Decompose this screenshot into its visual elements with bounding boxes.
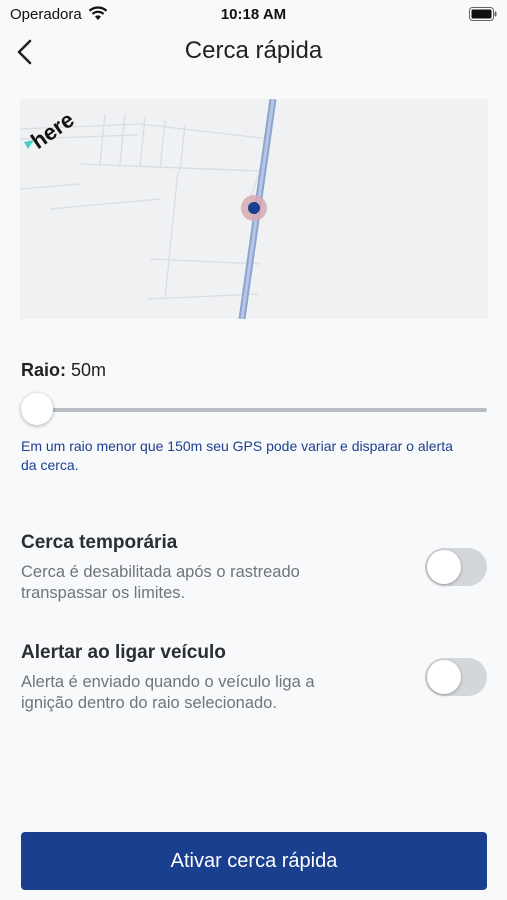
page-title: Cerca rápida <box>184 37 323 64</box>
setting-title: Cerca temporária <box>21 532 178 553</box>
navigation-bar: Cerca rápida <box>0 28 507 76</box>
map-view[interactable]: here <box>20 99 488 319</box>
status-time: 10:18 AM <box>220 6 287 23</box>
here-logo-icon: here <box>24 107 79 149</box>
setting-description: Alerta é enviado quando o veículo liga a… <box>21 673 315 712</box>
radius-label: Raio: 50m <box>21 360 106 381</box>
setting-temporary-fence: Cerca temporária Cerca é desabilitada ap… <box>21 532 487 604</box>
slider-track <box>21 408 487 412</box>
radius-value: 50m <box>71 360 107 380</box>
status-bar: Operadora 10:18 AM <box>0 0 507 28</box>
setting-title: Alertar ao ligar veículo <box>21 642 226 663</box>
setting-description: Cerca é desabilitada após o rastreado tr… <box>21 563 300 602</box>
ignition-alert-toggle[interactable] <box>425 658 487 696</box>
setting-ignition-alert: Alertar ao ligar veículo Alerta é enviad… <box>21 642 487 714</box>
toggle-knob <box>427 550 461 584</box>
radius-slider[interactable] <box>21 393 487 427</box>
temporary-fence-toggle[interactable] <box>425 548 487 586</box>
radius-hint: Em um raio menor que 150m seu GPS pode v… <box>21 438 453 473</box>
radius-label-text: Raio: <box>21 360 66 380</box>
toggle-knob <box>427 660 461 694</box>
slider-thumb[interactable] <box>21 393 53 425</box>
map-streets <box>20 99 277 319</box>
activate-fence-button[interactable]: Ativar cerca rápida <box>21 832 487 890</box>
svg-text:here: here <box>26 107 78 149</box>
battery-icon <box>469 7 497 21</box>
